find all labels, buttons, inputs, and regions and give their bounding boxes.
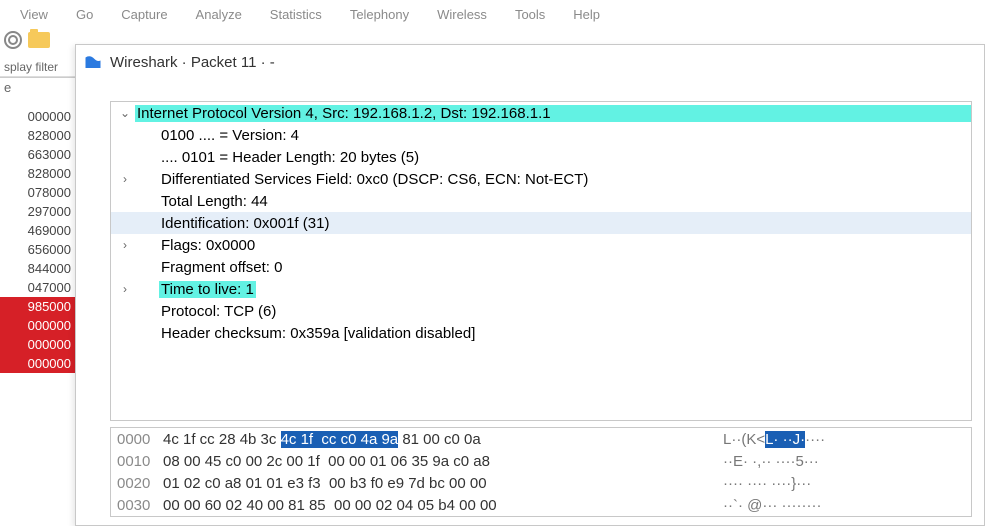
hex-bytes[interactable]: 01 02 c0 a8 01 01 e3 f3 00 b3 f0 e9 7d b…	[163, 475, 723, 492]
dialog-titlebar: Wireshark · Packet 11 · -	[76, 45, 984, 79]
protocol-tree[interactable]: ⌄Internet Protocol Version 4, Src: 192.1…	[110, 101, 972, 421]
tree-row[interactable]: Fragment offset: 0	[111, 256, 971, 278]
chevron-down-icon[interactable]: ⌄	[115, 106, 135, 120]
packet-row[interactable]: 656000	[0, 240, 75, 259]
menu-go[interactable]: Go	[62, 3, 107, 26]
tree-row[interactable]: Header checksum: 0x359a [validation disa…	[111, 322, 971, 344]
menu-help[interactable]: Help	[559, 3, 614, 26]
tree-row[interactable]: 0100 .... = Version: 4	[111, 124, 971, 146]
left-column: splay filter e 0000008280006630008280000…	[0, 58, 75, 526]
packet-row[interactable]: 985000	[0, 297, 75, 316]
tree-row[interactable]: › Differentiated Services Field: 0xc0 (DS…	[111, 168, 971, 190]
tree-label: Time to live: 1	[159, 281, 256, 298]
display-filter-label[interactable]: splay filter	[0, 58, 75, 77]
packet-row[interactable]: 663000	[0, 145, 75, 164]
packet-row[interactable]: 000000	[0, 335, 75, 354]
menu-capture[interactable]: Capture	[107, 3, 181, 26]
packet-row[interactable]: 000000	[0, 354, 75, 373]
tree-row[interactable]: Identification: 0x001f (31)	[111, 212, 971, 234]
tree-label: Fragment offset: 0	[159, 259, 284, 276]
tree-label: Differentiated Services Field: 0xc0 (DSC…	[159, 171, 590, 188]
menu-telephony[interactable]: Telephony	[336, 3, 423, 26]
hex-ascii: ··`· @··· ········	[723, 497, 971, 514]
tree-row[interactable]: ⌄Internet Protocol Version 4, Src: 192.1…	[111, 102, 971, 124]
packet-row[interactable]: 047000	[0, 278, 75, 297]
hex-bytes[interactable]: 4c 1f cc 28 4b 3c 4c 1f cc c0 4a 9a 81 0…	[163, 431, 723, 448]
menu-wireless[interactable]: Wireless	[423, 3, 501, 26]
packet-row[interactable]: 828000	[0, 126, 75, 145]
packet-dialog: Wireshark · Packet 11 · - ⌄Internet Prot…	[75, 44, 985, 526]
hex-ascii: L··(K<L· ··J·····	[723, 431, 971, 448]
gear-icon[interactable]	[4, 31, 22, 49]
chevron-right-icon[interactable]: ›	[115, 282, 135, 296]
packet-row[interactable]: 297000	[0, 202, 75, 221]
menu-analyze[interactable]: Analyze	[182, 3, 256, 26]
packet-row[interactable]: 000000	[0, 316, 75, 335]
tree-label: Header checksum: 0x359a [validation disa…	[159, 325, 477, 342]
chevron-right-icon[interactable]: ›	[115, 172, 135, 186]
tree-label: 0100 .... = Version: 4	[159, 127, 301, 144]
menu-bar: ViewGoCaptureAnalyzeStatisticsTelephonyW…	[0, 0, 985, 28]
tree-label: .... 0101 = Header Length: 20 bytes (5)	[159, 149, 421, 166]
packet-row[interactable]: 828000	[0, 164, 75, 183]
tree-label: Protocol: TCP (6)	[159, 303, 278, 320]
hex-row[interactable]: 001008 00 45 c0 00 2c 00 1f 00 00 01 06 …	[111, 450, 971, 472]
hex-offset: 0020	[111, 475, 163, 492]
tree-row[interactable]: › Flags: 0x0000	[111, 234, 971, 256]
hex-ascii: ···· ···· ····}···	[723, 475, 971, 492]
hex-row[interactable]: 002001 02 c0 a8 01 01 e3 f3 00 b3 f0 e9 …	[111, 472, 971, 494]
packet-row[interactable]: 844000	[0, 259, 75, 278]
packet-row[interactable]: 078000	[0, 183, 75, 202]
packet-row[interactable]: 000000	[0, 107, 75, 126]
chevron-right-icon[interactable]: ›	[115, 238, 135, 252]
hex-row[interactable]: 00004c 1f cc 28 4b 3c 4c 1f cc c0 4a 9a …	[111, 428, 971, 450]
hex-offset: 0000	[111, 431, 163, 448]
tree-row[interactable]: › Time to live: 1	[111, 278, 971, 300]
tree-row[interactable]: Total Length: 44	[111, 190, 971, 212]
tree-label: Total Length: 44	[159, 193, 270, 210]
hex-offset: 0030	[111, 497, 163, 514]
side-index-list[interactable]: 0000008280006630008280000780002970004690…	[0, 97, 75, 373]
hex-bytes[interactable]: 00 00 60 02 40 00 81 85 00 00 02 04 05 b…	[163, 497, 723, 514]
hex-ascii: ··E· ·,·· ····5···	[723, 453, 971, 470]
hex-offset: 0010	[111, 453, 163, 470]
menu-statistics[interactable]: Statistics	[256, 3, 336, 26]
tree-row[interactable]: Protocol: TCP (6)	[111, 300, 971, 322]
tree-label: Internet Protocol Version 4, Src: 192.16…	[135, 105, 971, 122]
tree-label: Flags: 0x0000	[159, 237, 257, 254]
packet-row[interactable]: 469000	[0, 221, 75, 240]
hex-bytes[interactable]: 08 00 45 c0 00 2c 00 1f 00 00 01 06 35 9…	[163, 453, 723, 470]
hex-row[interactable]: 003000 00 60 02 40 00 81 85 00 00 02 04 …	[111, 494, 971, 516]
dialog-title: Wireshark · Packet 11 · -	[110, 54, 275, 71]
wireshark-icon	[84, 53, 102, 71]
side-e-label: e	[0, 77, 75, 97]
tree-row[interactable]: .... 0101 = Header Length: 20 bytes (5)	[111, 146, 971, 168]
menu-tools[interactable]: Tools	[501, 3, 559, 26]
menu-view[interactable]: View	[6, 3, 62, 26]
tree-label: Identification: 0x001f (31)	[159, 215, 331, 232]
folder-icon[interactable]	[28, 32, 50, 48]
hex-pane[interactable]: 00004c 1f cc 28 4b 3c 4c 1f cc c0 4a 9a …	[110, 427, 972, 517]
